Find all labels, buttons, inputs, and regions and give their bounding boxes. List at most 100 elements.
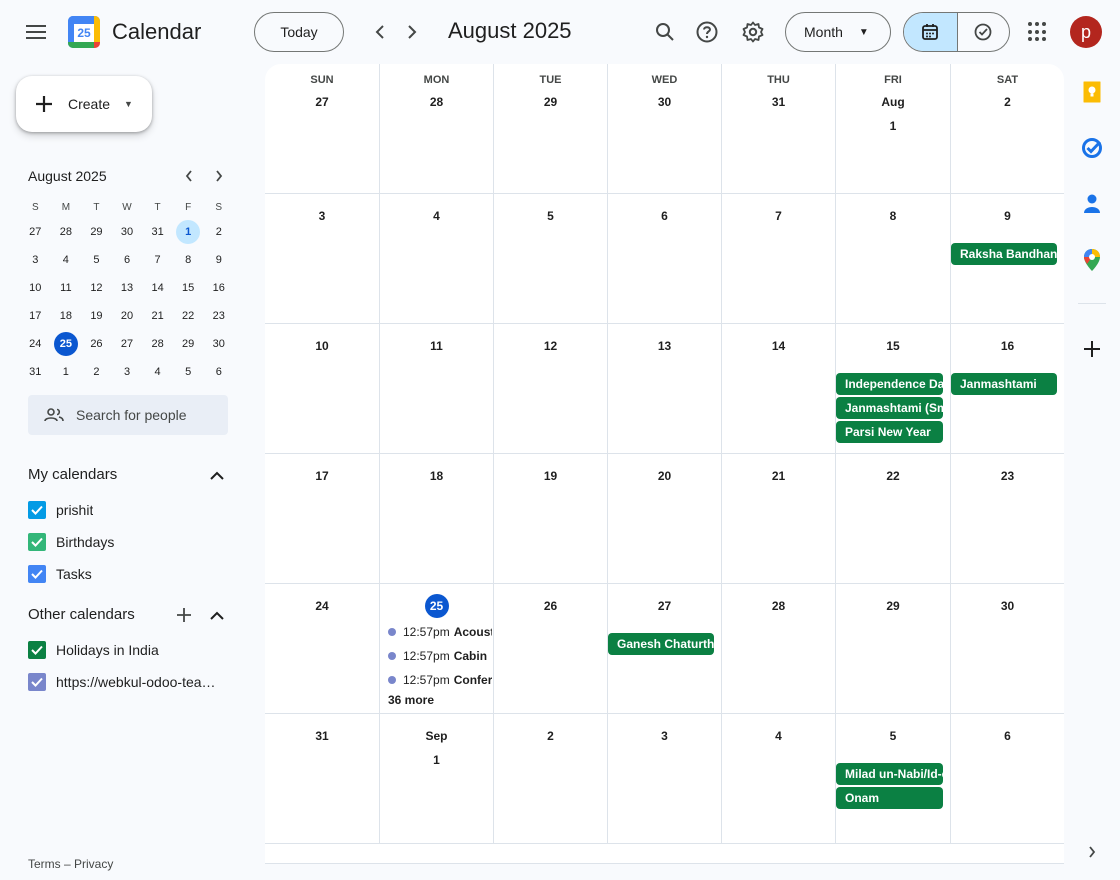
day-cell[interactable]: 26 <box>493 584 607 714</box>
day-number[interactable]: 16 <box>996 334 1020 358</box>
create-button[interactable]: Create ▼ <box>16 76 152 132</box>
day-cell[interactable]: 10 <box>265 324 379 454</box>
mini-day[interactable]: 29 <box>81 218 112 246</box>
day-number[interactable]: 6 <box>653 204 677 228</box>
view-selector[interactable]: Month ▼ <box>785 12 891 52</box>
day-cell[interactable]: 18 <box>379 454 493 584</box>
mini-day[interactable]: 3 <box>20 246 51 274</box>
day-cell[interactable]: SUN 27 <box>265 64 379 194</box>
day-number[interactable]: 26 <box>539 594 563 618</box>
mini-day[interactable]: 5 <box>81 246 112 274</box>
day-cell[interactable]: 12 <box>493 324 607 454</box>
day-cell[interactable]: 4 <box>721 714 835 844</box>
mini-day[interactable]: 28 <box>51 218 82 246</box>
mini-day[interactable]: 31 <box>142 218 173 246</box>
all-day-event-chip[interactable]: Parsi New Year <box>836 421 943 443</box>
day-cell[interactable]: FRI Aug 1 <box>835 64 950 194</box>
day-cell[interactable]: 30 <box>950 584 1064 714</box>
app-title[interactable]: Calendar <box>112 19 201 45</box>
account-avatar[interactable]: p <box>1070 16 1102 48</box>
day-number[interactable]: Aug 1 <box>881 90 905 133</box>
day-cell[interactable]: SAT 2 <box>950 64 1064 194</box>
day-number[interactable]: 31 <box>767 90 791 114</box>
mini-prev-month-button[interactable] <box>179 166 199 186</box>
mini-day[interactable]: 22 <box>173 302 204 330</box>
mini-day[interactable]: 1 <box>173 218 204 246</box>
add-other-calendar-button[interactable] <box>174 605 194 625</box>
day-cell[interactable]: Sep 1 <box>379 714 493 844</box>
mini-day[interactable]: 31 <box>20 358 51 386</box>
day-number[interactable]: 12 <box>539 334 563 358</box>
mini-day[interactable]: 15 <box>173 274 204 302</box>
mini-day[interactable]: 2 <box>203 218 234 246</box>
day-number[interactable]: 4 <box>425 204 449 228</box>
day-number[interactable]: 27 <box>310 90 334 114</box>
checkbox-checked-icon[interactable] <box>28 673 46 691</box>
day-cell[interactable]: 22 <box>835 454 950 584</box>
day-cell[interactable]: 3 <box>607 714 721 844</box>
day-cell[interactable]: 20 <box>607 454 721 584</box>
mini-day[interactable]: 26 <box>81 330 112 358</box>
mini-day[interactable]: 2 <box>81 358 112 386</box>
mini-day[interactable]: 27 <box>112 330 143 358</box>
day-number[interactable]: 8 <box>881 204 905 228</box>
mini-day[interactable]: 8 <box>173 246 204 274</box>
day-cell[interactable]: 4 <box>379 194 493 324</box>
mini-day[interactable]: 12 <box>81 274 112 302</box>
mini-day[interactable]: 11 <box>51 274 82 302</box>
day-number[interactable]: 7 <box>767 204 791 228</box>
main-menu-icon[interactable] <box>20 20 52 44</box>
mini-day[interactable]: 30 <box>112 218 143 246</box>
checkbox-checked-icon[interactable] <box>28 641 46 659</box>
previous-month-button[interactable] <box>366 18 394 46</box>
day-number[interactable]: 18 <box>425 464 449 488</box>
day-cell[interactable]: 8 <box>835 194 950 324</box>
all-day-event-chip[interactable]: Ganesh Chaturthi <box>608 633 714 655</box>
collapse-other-calendars-button[interactable] <box>207 605 227 625</box>
day-cell[interactable]: 6 <box>607 194 721 324</box>
apps-icon[interactable] <box>1028 22 1048 42</box>
day-cell[interactable]: 5 <box>493 194 607 324</box>
day-number[interactable]: 2 <box>996 90 1020 114</box>
calendar-checkbox-item[interactable]: Holidays in India <box>28 638 159 662</box>
day-number[interactable]: 4 <box>767 724 791 748</box>
day-number[interactable]: 21 <box>767 464 791 488</box>
mini-day[interactable]: 16 <box>203 274 234 302</box>
all-day-event-chip[interactable]: Janmashtami <box>951 373 1057 395</box>
mini-day[interactable]: 5 <box>173 358 204 386</box>
terms-privacy-link[interactable]: Terms – Privacy <box>28 857 113 871</box>
day-number[interactable]: 24 <box>310 594 334 618</box>
timed-event[interactable]: 12:57pmConference <box>388 670 492 690</box>
calendar-checkbox-item[interactable]: Birthdays <box>28 530 114 554</box>
day-cell[interactable]: 6 <box>950 714 1064 844</box>
day-cell[interactable]: 31 <box>265 714 379 844</box>
calendar-checkbox-item[interactable]: https://webkul-odoo-tea… <box>28 670 216 694</box>
mini-day[interactable]: 25 <box>51 330 82 358</box>
expand-side-panel-icon[interactable] <box>1080 840 1104 864</box>
help-button[interactable] <box>691 16 723 48</box>
checkbox-checked-icon[interactable] <box>28 565 46 583</box>
maps-icon[interactable] <box>1080 248 1104 272</box>
day-cell[interactable]: 7 <box>721 194 835 324</box>
today-button[interactable]: Today <box>254 12 344 52</box>
day-cell[interactable]: 24 <box>265 584 379 714</box>
day-cell[interactable]: 14 <box>721 324 835 454</box>
mini-day[interactable]: 9 <box>203 246 234 274</box>
day-cell[interactable]: 2 <box>493 714 607 844</box>
day-number[interactable]: 29 <box>539 90 563 114</box>
mini-day[interactable]: 13 <box>112 274 143 302</box>
calendar-checkbox-item[interactable]: Tasks <box>28 562 92 586</box>
day-number[interactable]: 31 <box>310 724 334 748</box>
day-cell[interactable]: 19 <box>493 454 607 584</box>
day-number[interactable]: 10 <box>310 334 334 358</box>
day-number[interactable]: 29 <box>881 594 905 618</box>
day-number[interactable]: 23 <box>996 464 1020 488</box>
mini-day[interactable]: 29 <box>173 330 204 358</box>
day-number[interactable]: 5 <box>881 724 905 748</box>
mini-day[interactable]: 30 <box>203 330 234 358</box>
day-number[interactable]: 5 <box>539 204 563 228</box>
mini-day[interactable]: 19 <box>81 302 112 330</box>
mini-day[interactable]: 21 <box>142 302 173 330</box>
mini-day[interactable]: 18 <box>51 302 82 330</box>
mini-day[interactable]: 6 <box>203 358 234 386</box>
